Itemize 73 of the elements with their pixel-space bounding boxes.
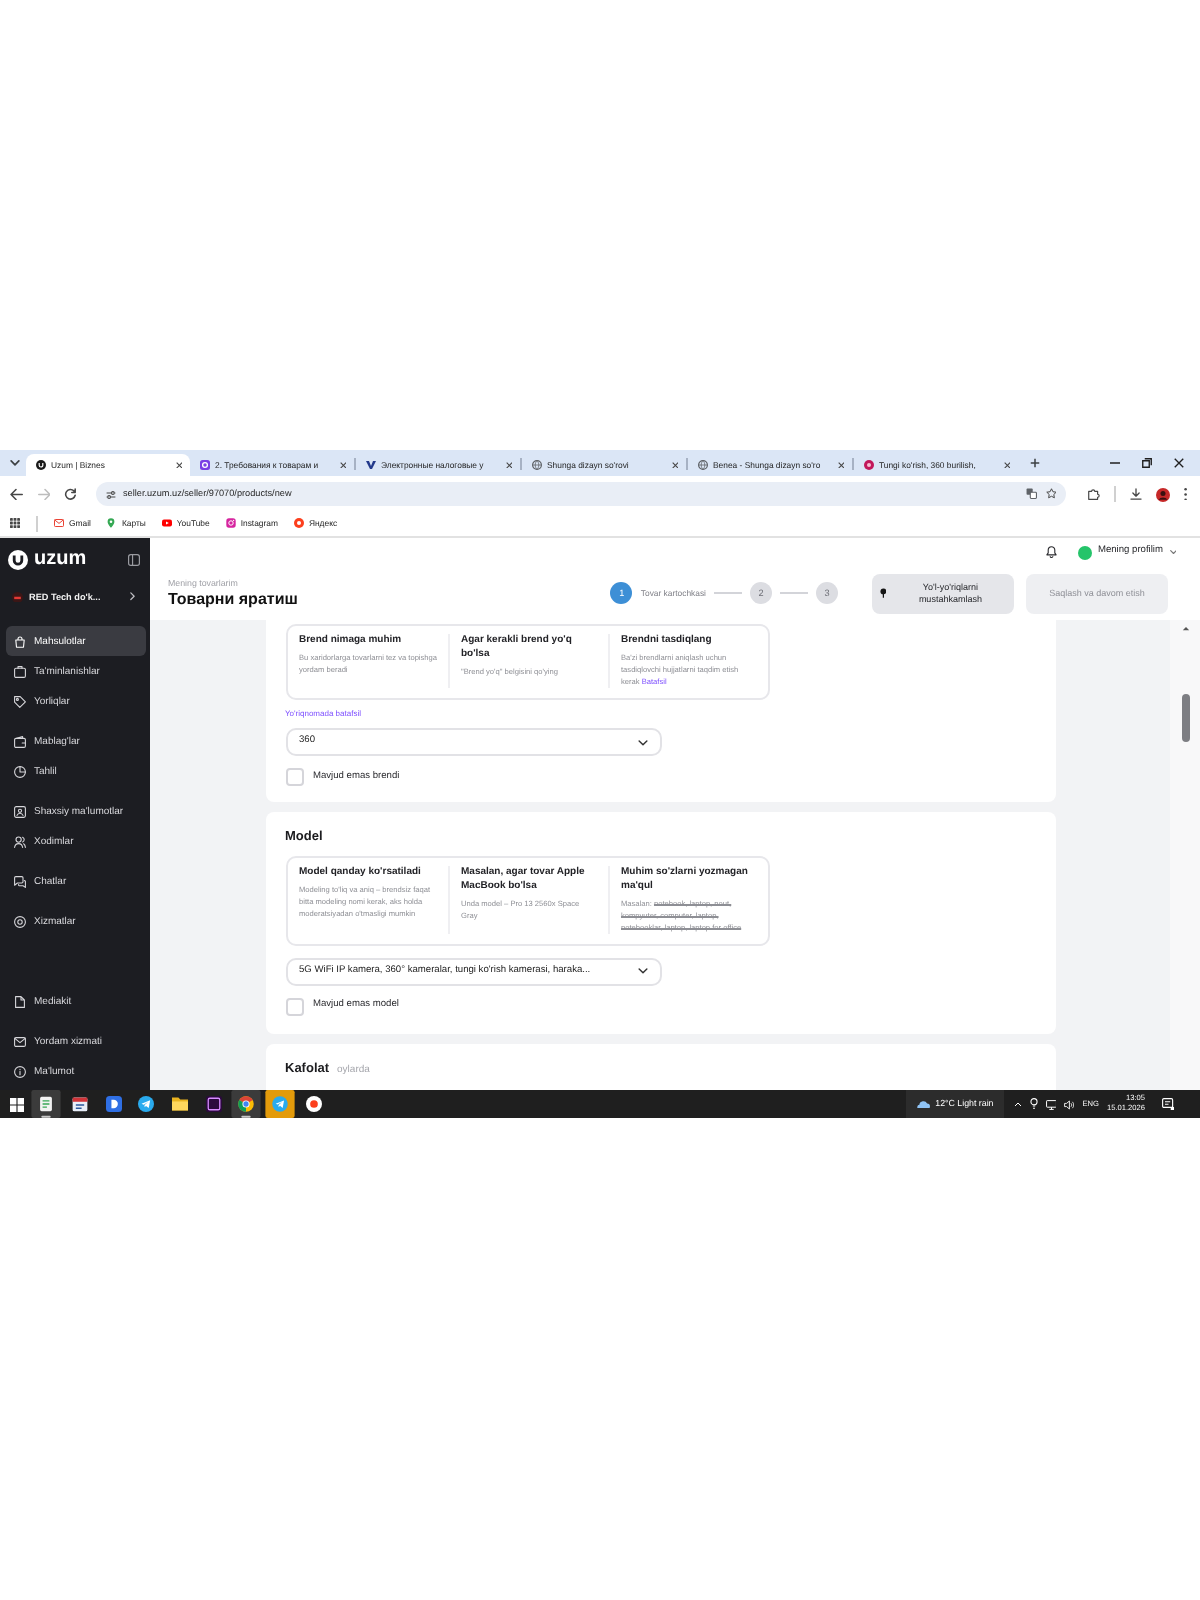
download-icon[interactable]	[1130, 488, 1143, 500]
plus-icon[interactable]	[1030, 458, 1040, 468]
tag-icon	[14, 695, 26, 707]
disc-icon[interactable]	[305, 1096, 322, 1112]
back-arrow-icon[interactable]	[10, 487, 23, 501]
scrollbar-thumb[interactable]	[1181, 693, 1189, 741]
map-pin-icon	[106, 518, 117, 528]
tile-icon[interactable]	[205, 1096, 222, 1112]
paper-plane-icon[interactable]	[138, 1096, 155, 1112]
notification-icon[interactable]	[1161, 1097, 1174, 1111]
globe-icon	[532, 460, 542, 470]
chevron-down-icon[interactable]	[10, 460, 20, 466]
display-icon[interactable]	[1045, 1099, 1057, 1109]
chevron-icon	[366, 460, 376, 470]
play-icon	[161, 518, 172, 528]
checkbox[interactable]	[285, 997, 303, 1016]
chat-icon	[14, 875, 26, 887]
close-icon[interactable]	[339, 461, 346, 469]
puzzle-icon[interactable]	[1088, 488, 1101, 500]
close-icon[interactable]	[671, 461, 678, 469]
note-icon[interactable]	[30, 1090, 63, 1118]
people-icon	[14, 835, 26, 847]
close-icon[interactable]	[1174, 458, 1184, 468]
start-menu-icon[interactable]	[9, 1097, 23, 1111]
restore-icon[interactable]	[1142, 458, 1152, 468]
globe-icon	[698, 460, 708, 470]
close-icon[interactable]	[837, 461, 844, 469]
checkbox[interactable]	[285, 768, 303, 786]
calendar-icon[interactable]	[72, 1096, 89, 1112]
avatar-icon	[12, 591, 23, 603]
mail-icon	[54, 518, 64, 528]
clipboard-icon	[14, 665, 26, 677]
ring-icon	[293, 518, 304, 528]
page-title: Товарни яратиш	[168, 589, 298, 609]
chevron-right-icon	[130, 592, 136, 602]
star-icon[interactable]	[1045, 488, 1057, 500]
speaker-icon[interactable]	[1064, 1099, 1075, 1109]
wallet-icon	[14, 735, 26, 747]
disc-icon	[864, 460, 874, 470]
half-circle-icon[interactable]	[105, 1096, 122, 1112]
avatar-icon[interactable]	[1156, 487, 1171, 501]
info-icon	[14, 1065, 26, 1077]
bell-icon[interactable]	[1046, 546, 1058, 558]
reload-icon[interactable]	[64, 487, 77, 501]
close-icon[interactable]	[505, 461, 512, 469]
camera-icon	[225, 518, 236, 528]
logo-text: uzum	[34, 549, 87, 569]
color-wheel-icon[interactable]	[230, 1090, 263, 1118]
pin-icon	[880, 588, 887, 598]
paper-plane-icon[interactable]	[264, 1090, 297, 1118]
document-icon	[14, 995, 26, 1007]
apps-icon[interactable]	[10, 518, 20, 528]
panel-icon[interactable]	[128, 553, 140, 565]
chevron-down-icon	[637, 968, 647, 975]
avatar-icon	[1077, 545, 1092, 559]
site-settings-icon[interactable]	[105, 489, 115, 499]
logo-icon	[36, 460, 46, 470]
pie-chart-icon	[14, 765, 26, 777]
chevron-down-icon	[1169, 549, 1176, 555]
close-icon[interactable]	[175, 461, 182, 469]
mail-icon	[14, 1035, 26, 1047]
chevron-up-icon[interactable]	[1181, 626, 1189, 631]
id-card-icon	[14, 805, 26, 817]
target-icon	[14, 915, 26, 927]
translate-icon[interactable]	[1026, 488, 1038, 500]
close-icon[interactable]	[1003, 461, 1010, 469]
ring-icon	[200, 460, 210, 470]
logo-icon[interactable]	[8, 549, 28, 569]
chevron-down-icon	[637, 739, 647, 745]
bulb-icon[interactable]	[1029, 1098, 1038, 1110]
cloud-icon	[915, 1099, 930, 1109]
folder-icon[interactable]	[172, 1096, 189, 1112]
shopping-bag-icon	[14, 635, 26, 647]
